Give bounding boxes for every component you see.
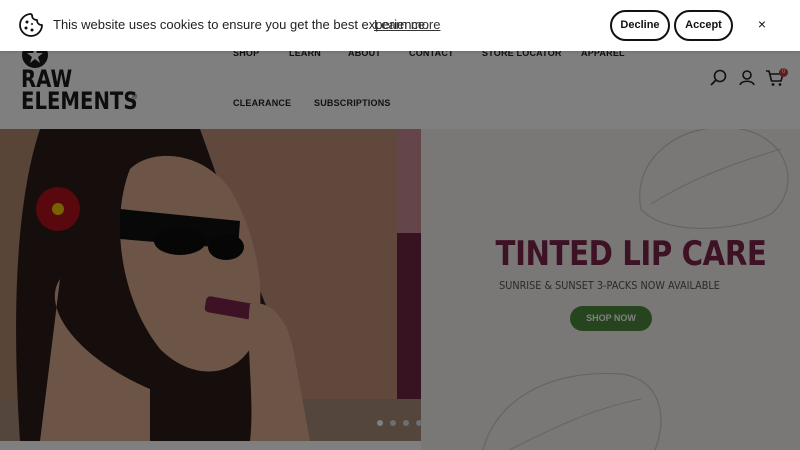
accept-button[interactable]: Accept (674, 10, 733, 41)
learn-more-link[interactable]: Learn more (374, 17, 440, 32)
cookie-message: This website uses cookies to ensure you … (53, 17, 429, 32)
cookie-banner: This website uses cookies to ensure you … (0, 0, 800, 51)
close-icon[interactable]: × (754, 14, 770, 34)
decline-button[interactable]: Decline (610, 10, 670, 41)
modal-overlay (0, 0, 800, 450)
cookie-icon (18, 12, 44, 38)
